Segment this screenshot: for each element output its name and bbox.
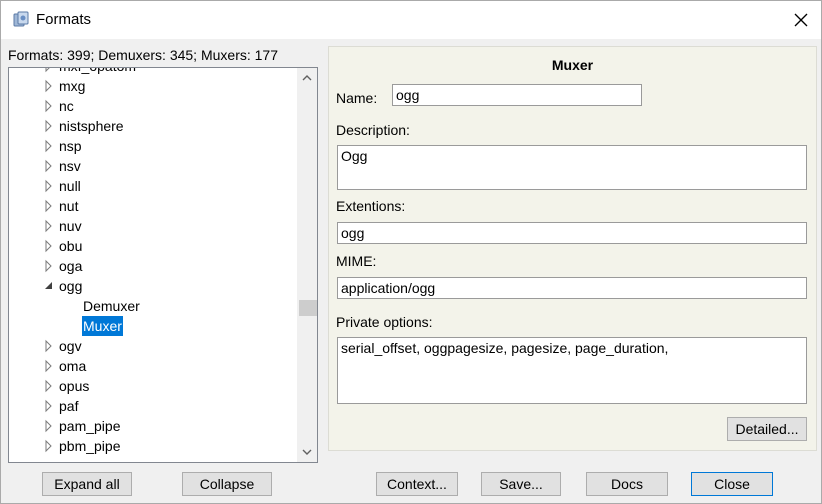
tree-item-label: Demuxer [83,298,140,314]
docs-button[interactable]: Docs [586,472,668,496]
collapse-button[interactable]: Collapse [182,472,272,496]
expand-arrow-icon[interactable] [43,68,55,76]
window-title: Formats [36,11,92,28]
private-options-field[interactable]: serial_offset, oggpagesize, pagesize, pa… [337,337,807,404]
expand-arrow-icon[interactable] [43,116,55,136]
expand-arrow-icon[interactable] [43,196,55,216]
mime-field[interactable]: application/ogg [337,277,807,299]
context-label: Context... [387,476,447,492]
tree-item-label: Muxer [82,316,123,336]
expand-arrow-icon[interactable] [43,216,55,236]
expand-arrow-icon[interactable] [43,136,55,156]
expand-arrow-icon[interactable] [43,156,55,176]
save-label: Save... [499,476,543,492]
expand-arrow-icon[interactable] [43,76,55,96]
tree-item-label: mxg [59,78,86,94]
formats-tree[interactable]: mxf_opatom mxg nc nistsphere nsp nsv null nut n… [8,67,318,463]
detailed-button-label: Detailed... [735,421,799,437]
tree-item-label: paf [59,398,79,414]
docs-label: Docs [611,476,643,492]
tree-scrollbar[interactable] [297,68,317,462]
close-window-icon[interactable] [788,7,814,33]
expand-arrow-icon[interactable] [43,236,55,256]
tree-item-label: nut [59,198,79,214]
close-button[interactable]: Close [691,472,773,496]
formats-summary: Formats: 399; Demuxers: 345; Muxers: 177 [8,47,278,63]
formats-dialog: Formats Formats: 399; Demuxers: 345; Mux… [0,0,822,504]
tree-item-label: oga [59,258,83,274]
title-bar: Formats [1,1,821,39]
name-label: Name: [336,90,378,106]
mime-label: MIME: [336,253,377,269]
tree-item-label: nistsphere [59,118,124,134]
expand-arrow-icon[interactable] [43,436,55,456]
expand-arrow-icon[interactable] [43,396,55,416]
detail-heading: Muxer [551,57,594,73]
expand-all-label: Expand all [54,476,120,492]
detail-panel: Muxer Name: ogg Description: Ogg Extenti… [328,46,817,451]
name-field[interactable]: ogg [392,84,642,106]
expand-all-button[interactable]: Expand all [42,472,132,496]
collapse-arrow-icon[interactable] [43,276,55,296]
private-options-label: Private options: [336,314,433,330]
expand-arrow-icon[interactable] [43,376,55,396]
description-field[interactable]: Ogg [337,145,807,190]
formats-app-icon [12,11,30,29]
tree-item-label: pbm_pipe [59,438,121,454]
expand-arrow-icon[interactable] [43,356,55,376]
tree-item-label: ogv [59,338,82,354]
context-button[interactable]: Context... [376,472,458,496]
close-label: Close [714,476,750,492]
tree-item-label: ogg [59,278,83,294]
expand-arrow-icon[interactable] [43,336,55,356]
tree-item-label: nsv [59,158,81,174]
tree-item-label: nuv [59,218,82,234]
description-label: Description: [336,122,410,138]
expand-arrow-icon[interactable] [43,416,55,436]
scroll-down-icon[interactable] [297,442,317,462]
scroll-up-icon[interactable] [297,68,317,88]
expand-arrow-icon[interactable] [43,96,55,116]
tree-item-label: null [59,178,81,194]
tree-item-label: nsp [59,138,82,154]
tree-item-label: mxf_opatom [58,68,137,76]
tree-item-label: obu [59,238,83,254]
tree-item-label: oma [59,358,87,374]
tree-item-label: opus [59,378,90,394]
save-button[interactable]: Save... [481,472,561,496]
tree-item-label: pam_pipe [59,418,121,434]
expand-arrow-icon[interactable] [43,256,55,276]
tree-item-label: nc [59,98,74,114]
detailed-button[interactable]: Detailed... [727,417,807,441]
scroll-thumb[interactable] [299,300,317,316]
expand-arrow-icon[interactable] [43,176,55,196]
extensions-field[interactable]: ogg [337,222,807,244]
collapse-label: Collapse [199,476,255,492]
extensions-label: Extentions: [336,198,406,214]
